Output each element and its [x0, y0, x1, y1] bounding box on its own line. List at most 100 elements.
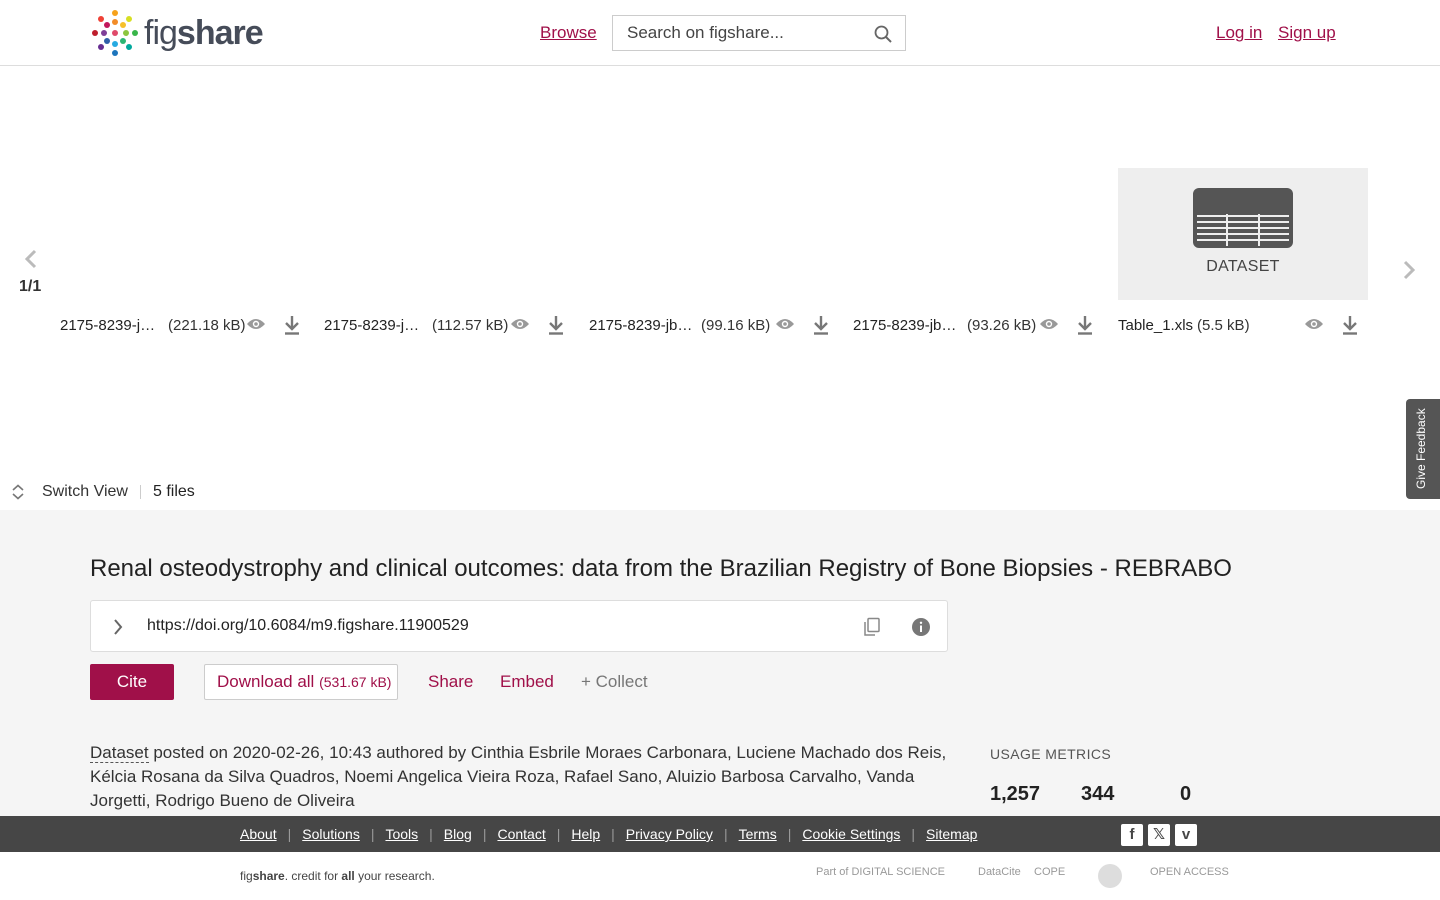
divider	[140, 485, 141, 499]
logo-text-fig: fig	[144, 14, 178, 52]
datacite-logo[interactable]: DataCite	[978, 866, 1021, 878]
previous-arrow-icon[interactable]	[22, 248, 40, 270]
footer-separator: |	[370, 826, 375, 842]
footer-tagline: figshare. credit for all your research.	[240, 869, 435, 883]
search-input[interactable]	[613, 16, 853, 50]
collect-link[interactable]: + Collect	[581, 672, 648, 692]
footer-separator: |	[787, 826, 792, 842]
download-icon[interactable]	[812, 315, 830, 335]
footer-link-solutions[interactable]: Solutions	[302, 826, 360, 842]
tagline-all: all	[341, 869, 355, 883]
footer-link-help[interactable]: Help	[571, 826, 600, 842]
doi-box: https://doi.org/10.6084/m9.figshare.1190…	[90, 600, 948, 652]
chevron-right-icon[interactable]	[113, 618, 123, 636]
file-name[interactable]: 2175-8239-jbn-2019-0243-suppl3.pdf	[589, 317, 699, 334]
digital-science-logo[interactable]: Part of DIGITAL SCIENCE	[816, 866, 945, 878]
file-name[interactable]: 2175-8239-jbn-2019-0243-suppl4.pdf	[853, 317, 963, 334]
file-size: (5.5 kB)	[1197, 316, 1250, 334]
footer-links: About | Solutions | Tools | Blog | Contact | …	[240, 826, 977, 842]
search-icon[interactable]	[873, 24, 893, 44]
open-access-logo[interactable]: OPEN ACCESS	[1150, 866, 1229, 878]
preview-eye-icon[interactable]	[775, 316, 795, 332]
download-all-button[interactable]: Download all (531.67 kB)	[204, 664, 398, 700]
usage-citations-count: 0	[1180, 783, 1192, 805]
cope-logo[interactable]: COPE	[1034, 866, 1065, 878]
footer-link-cookie-settings[interactable]: Cookie Settings	[802, 826, 900, 842]
item-title: Renal osteodystrophy and clinical outcom…	[90, 555, 1232, 582]
footer-separator: |	[911, 826, 916, 842]
footer-link-sitemap[interactable]: Sitemap	[926, 826, 977, 842]
next-arrow-icon[interactable]	[1400, 259, 1418, 281]
footer-separator: |	[287, 826, 292, 842]
facebook-icon[interactable]: f	[1121, 824, 1143, 846]
download-icon[interactable]	[1076, 315, 1094, 335]
footer-link-about[interactable]: About	[240, 826, 277, 842]
file-name[interactable]: Table_1.xls	[1118, 317, 1193, 334]
copy-icon[interactable]	[863, 617, 881, 637]
browse-link[interactable]: Browse	[540, 23, 597, 43]
download-icon[interactable]	[283, 315, 301, 335]
footer-link-privacy-policy[interactable]: Privacy Policy	[626, 826, 713, 842]
tagline-fig: fig	[240, 869, 253, 883]
footer-link-terms[interactable]: Terms	[739, 826, 777, 842]
files-count: 5 files	[153, 483, 195, 500]
badge-logo-icon[interactable]	[1098, 864, 1122, 888]
x-twitter-icon[interactable]: 𝕏	[1148, 824, 1170, 846]
footer-separator: |	[611, 826, 615, 842]
file-item[interactable]: 2175-8239-jbn-2019-0243-suppl2.pdf (112.…	[324, 314, 574, 336]
usage-metrics-title: USAGE METRICS	[990, 746, 1112, 762]
cite-button[interactable]: Cite	[90, 664, 174, 700]
figshare-logo[interactable]: figshare	[90, 8, 264, 58]
file-item[interactable]: 2175-8239-jbn-2019-0243-suppl4.pdf (93.2…	[853, 314, 1103, 336]
switch-view-icon[interactable]	[11, 484, 25, 500]
preview-eye-icon[interactable]	[1304, 316, 1324, 332]
footer-link-tools[interactable]: Tools	[385, 826, 418, 842]
item-type-link[interactable]: Dataset	[90, 743, 149, 763]
file-item[interactable]: 2175-8239-jbn-2019-0243-suppl1.pdf (221.…	[60, 314, 310, 336]
figshare-logo-text: figshare	[144, 8, 264, 58]
search-box	[612, 15, 906, 51]
file-size: (221.18 kB)	[168, 316, 246, 334]
file-item[interactable]: 2175-8239-jbn-2019-0243-suppl3.pdf (99.1…	[589, 314, 839, 336]
site-header: figshare Browse Log in Sign up	[0, 0, 1440, 66]
figshare-logo-mark-icon	[92, 10, 138, 56]
doi-link[interactable]: https://doi.org/10.6084/m9.figshare.1190…	[147, 617, 469, 635]
embed-link[interactable]: Embed	[500, 672, 554, 692]
footer-separator: |	[723, 826, 728, 842]
give-feedback-label: Give Feedback	[1414, 408, 1428, 489]
dataset-label: DATASET	[1206, 258, 1280, 275]
dataset-thumbnail[interactable]: DATASET	[1118, 168, 1368, 300]
table-icon	[1193, 188, 1293, 248]
logo-text-share: share	[176, 14, 264, 52]
info-icon[interactable]	[911, 617, 931, 637]
footer-separator: |	[556, 826, 561, 842]
page-counter: 1/1	[19, 278, 42, 295]
footer-link-contact[interactable]: Contact	[497, 826, 545, 842]
item-details: Renal osteodystrophy and clinical outcom…	[0, 510, 1440, 816]
file-name[interactable]: 2175-8239-jbn-2019-0243-suppl1.pdf	[60, 317, 160, 334]
usage-downloads-count: 344	[1081, 783, 1115, 805]
download-all-label: Download all	[217, 672, 315, 691]
footer-link-blog[interactable]: Blog	[444, 826, 472, 842]
file-name[interactable]: 2175-8239-jbn-2019-0243-suppl2.pdf	[324, 317, 424, 334]
preview-eye-icon[interactable]	[1039, 316, 1059, 332]
login-link[interactable]: Log in	[1216, 23, 1262, 43]
file-item[interactable]: Table_1.xls (5.5 kB)	[1118, 314, 1368, 336]
preview-eye-icon[interactable]	[510, 316, 530, 332]
tagline-mid: . credit for	[284, 869, 342, 883]
file-viewer: 1/1 DATASET 2175-8239-jbn-2019-0243-supp…	[0, 66, 1440, 510]
switch-view-button[interactable]: Switch View	[42, 483, 128, 501]
give-feedback-tab[interactable]: Give Feedback	[1406, 399, 1440, 499]
vimeo-icon[interactable]: v	[1175, 824, 1197, 846]
file-size: (93.26 kB)	[967, 316, 1037, 334]
download-icon[interactable]	[1341, 315, 1359, 335]
footer-separator: |	[482, 826, 487, 842]
usage-views-count: 1,257	[990, 783, 1041, 805]
file-size: (112.57 kB)	[432, 316, 509, 334]
preview-eye-icon[interactable]	[246, 316, 266, 332]
footer-nav: About | Solutions | Tools | Blog | Contact | …	[0, 816, 1440, 852]
share-link[interactable]: Share	[428, 672, 473, 692]
download-icon[interactable]	[547, 315, 565, 335]
tagline-share: share	[252, 869, 285, 883]
signup-link[interactable]: Sign up	[1278, 23, 1336, 43]
